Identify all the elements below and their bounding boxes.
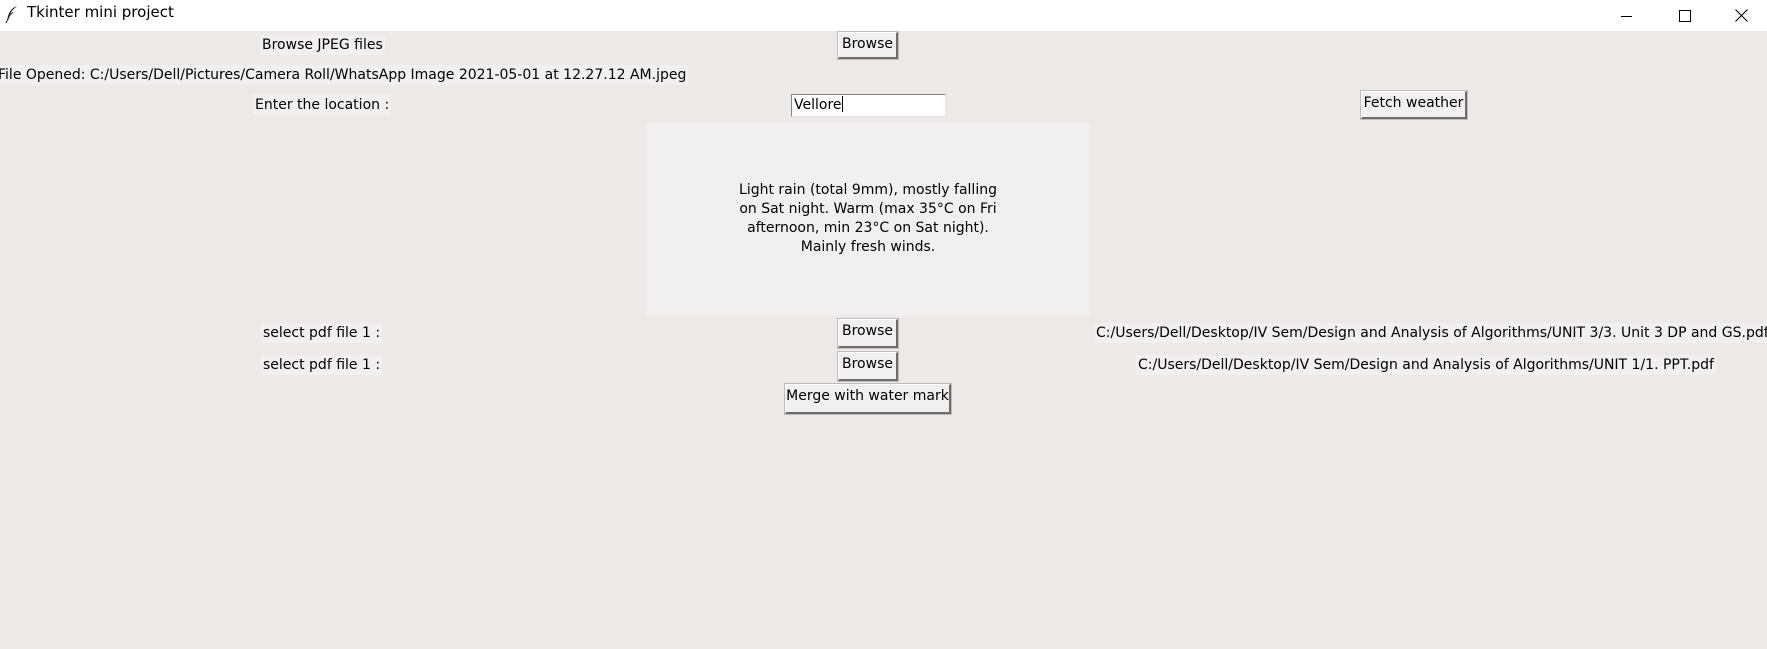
maximize-button[interactable] bbox=[1657, 0, 1713, 31]
pdf-file-1-label: select pdf file 1 : bbox=[261, 323, 383, 343]
title-bar: Tkinter mini project bbox=[0, 0, 1767, 31]
browse-pdf-1-button[interactable]: Browse bbox=[838, 319, 898, 348]
pdf-file-1-path: C:/Users/Dell/Desktop/IV Sem/Design and … bbox=[1094, 323, 1767, 343]
feather-icon bbox=[5, 5, 19, 24]
fetch-weather-button[interactable]: Fetch weather bbox=[1361, 91, 1467, 119]
location-label: Enter the location : bbox=[253, 95, 392, 115]
merge-watermark-button[interactable]: Merge with water mark bbox=[785, 384, 951, 414]
main-window: Browse JPEG files Browse File Opened: C:… bbox=[0, 31, 1767, 649]
weather-text: Light rain (total 9mm), mostly falling o… bbox=[739, 182, 997, 255]
text-cursor bbox=[841, 96, 843, 112]
minimize-button[interactable] bbox=[1599, 0, 1655, 31]
file-opened-label: File Opened: C:/Users/Dell/Pictures/Came… bbox=[0, 65, 689, 85]
weather-output-panel: Light rain (total 9mm), mostly falling o… bbox=[646, 122, 1090, 316]
pdf-file-2-label: select pdf file 1 : bbox=[261, 355, 383, 375]
browse-jpeg-label: Browse JPEG files bbox=[260, 35, 385, 55]
close-icon bbox=[1734, 9, 1748, 22]
pdf-file-2-path: C:/Users/Dell/Desktop/IV Sem/Design and … bbox=[1136, 355, 1716, 375]
close-button[interactable] bbox=[1713, 0, 1767, 31]
browse-pdf-2-button[interactable]: Browse bbox=[838, 352, 898, 381]
location-input[interactable]: Vellore bbox=[791, 94, 946, 117]
location-input-value: Vellore bbox=[794, 97, 842, 113]
browse-jpeg-button[interactable]: Browse bbox=[838, 32, 898, 59]
minimize-icon bbox=[1621, 15, 1632, 17]
maximize-icon bbox=[1679, 9, 1691, 22]
window-title: Tkinter mini project bbox=[27, 3, 174, 21]
